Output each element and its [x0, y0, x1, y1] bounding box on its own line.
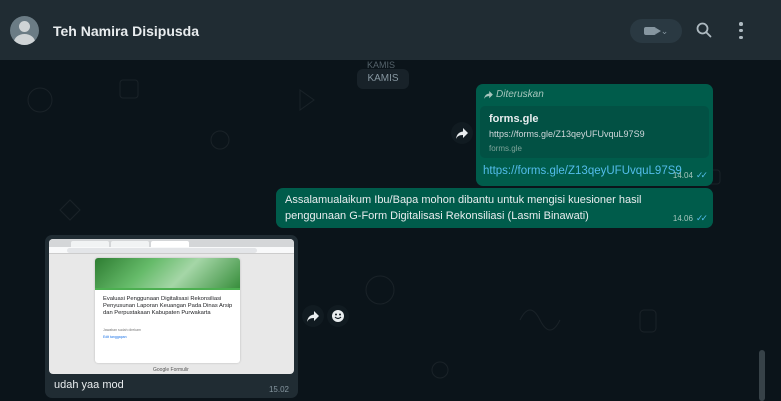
- forward-icon: [484, 90, 493, 99]
- message-time: 15.02: [268, 385, 289, 394]
- message-bubble-incoming[interactable]: Evaluasi Penggunaan Digitalisasi Rekonsi…: [45, 235, 298, 398]
- form-edit-link: Edit tanggapan: [103, 335, 127, 339]
- message-time: 14.04: [672, 171, 693, 180]
- contact-name[interactable]: Teh Namira Disipusda: [53, 23, 199, 39]
- forward-button[interactable]: [451, 122, 473, 144]
- form-banner: [95, 258, 240, 288]
- link-preview-domain: forms.gle: [489, 144, 522, 153]
- message-caption: udah yaa mod: [54, 379, 124, 391]
- link-preview-title: forms.gle: [489, 113, 539, 125]
- read-receipt-icon: ✓✓: [695, 213, 708, 223]
- date-divider: KAMIS: [357, 69, 409, 89]
- message-text: Assalamualaikum Ibu/Bapa mohon dibantu u…: [285, 194, 642, 222]
- image-attachment[interactable]: Evaluasi Penggunaan Digitalisasi Rekonsi…: [49, 239, 294, 374]
- link-preview-url: https://forms.gle/Z13qeyUFUvquL97S9: [489, 129, 645, 139]
- screenshot-tab-strip: [49, 239, 294, 247]
- forward-button[interactable]: [302, 305, 324, 327]
- form-meta: Jawaban sudah direkam: [103, 328, 141, 332]
- avatar-icon[interactable]: [10, 16, 39, 45]
- form-title: Evaluasi Penggunaan Digitalisasi Rekonsi…: [103, 296, 233, 316]
- chat-header: Teh Namira Disipusda ⌄: [0, 0, 781, 60]
- emoji-icon: [332, 310, 344, 322]
- message-bubble-outgoing[interactable]: Assalamualaikum Ibu/Bapa mohon dibantu u…: [276, 188, 713, 228]
- message-time: 14.06: [672, 214, 693, 223]
- message-link[interactable]: https://forms.gle/Z13qeyUFUvquL97S9: [483, 165, 682, 177]
- video-call-button[interactable]: ⌄: [630, 19, 682, 43]
- link-preview[interactable]: forms.gle https://forms.gle/Z13qeyUFUvqu…: [480, 106, 709, 158]
- read-receipt-icon: ✓✓: [695, 170, 708, 180]
- forwarded-label: Diteruskan: [484, 89, 544, 100]
- screenshot-url-field: [67, 248, 257, 253]
- forward-icon: [307, 310, 319, 322]
- scrollbar-thumb[interactable]: [759, 350, 765, 401]
- chevron-down-icon: ⌄: [660, 25, 669, 36]
- search-icon[interactable]: [696, 22, 712, 38]
- chat-area[interactable]: KAMIS KAMIS Diteruskan forms.gle https:/…: [0, 60, 781, 401]
- forwarded-text: Diteruskan: [496, 89, 544, 100]
- video-camera-icon: [643, 27, 661, 35]
- message-meta: 14.06 ✓✓: [672, 213, 708, 224]
- form-card: Evaluasi Penggunaan Digitalisasi Rekonsi…: [95, 258, 240, 363]
- react-button[interactable]: [327, 305, 349, 327]
- menu-icon[interactable]: [738, 22, 744, 39]
- message-meta: 14.04 ✓✓: [672, 170, 708, 181]
- forward-icon: [456, 127, 468, 139]
- form-footer: Google Formulir: [153, 367, 189, 373]
- message-bubble-outgoing[interactable]: Diteruskan forms.gle https://forms.gle/Z…: [476, 84, 713, 186]
